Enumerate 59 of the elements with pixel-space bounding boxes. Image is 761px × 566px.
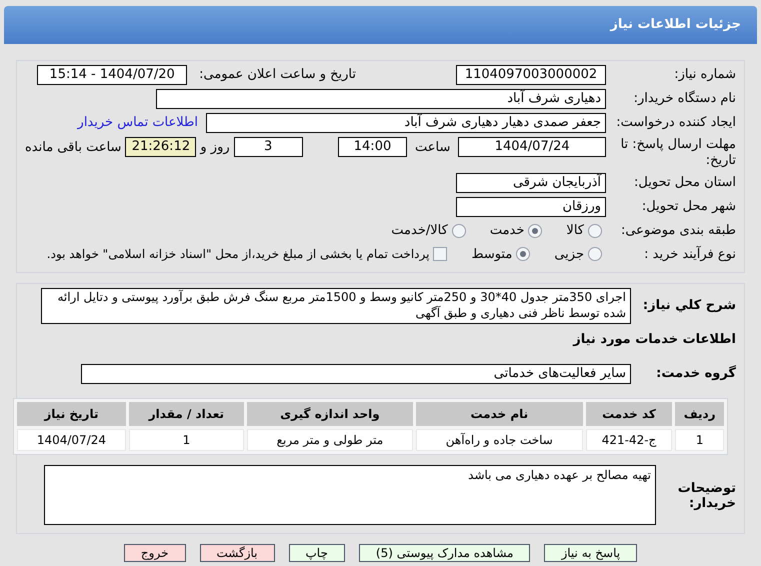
radio-button[interactable] bbox=[452, 224, 466, 238]
column-header: تعداد / مقدار bbox=[128, 402, 244, 426]
action-button[interactable]: خروج bbox=[124, 544, 186, 562]
action-button[interactable]: پاسخ به نیاز bbox=[544, 544, 638, 562]
field-label: ساعت bbox=[415, 139, 450, 157]
field-label: روز و bbox=[200, 139, 230, 157]
page-title: جزئیات اطلاعات نیاز bbox=[610, 16, 741, 34]
radio-button[interactable] bbox=[516, 247, 530, 262]
deadline-date-field: 1404/07/24 bbox=[458, 137, 606, 157]
table-cell: ساخت جاده و راه‌آهن bbox=[416, 428, 583, 450]
buyer-name-field: دهیاری شرف آباد bbox=[156, 89, 606, 109]
field-label: نوع فرآیند خرید : bbox=[643, 244, 736, 264]
radio-button[interactable] bbox=[588, 247, 602, 262]
action-button[interactable]: مشاهده مدارک پیوستی (5) bbox=[358, 544, 530, 562]
deadline-time-field: 14:00 bbox=[338, 137, 407, 157]
announce-date-field: 1404/07/20 - 15:14 bbox=[37, 65, 188, 85]
table-cell: 1 bbox=[675, 428, 724, 450]
payment-note: پرداخت تمام یا بخشی از مبلغ خرید،از محل "اسناد خزانه اسلامی" خواهد بود. bbox=[46, 246, 430, 264]
action-button[interactable]: چاپ bbox=[288, 544, 345, 562]
field-label: شرح کلي نياز: bbox=[642, 297, 736, 315]
table-cell: 1404/07/24 bbox=[17, 428, 126, 450]
notes-field: تهیه مصالح بر عهده دهیاری می باشد bbox=[44, 464, 656, 524]
radio-button[interactable] bbox=[528, 224, 542, 238]
column-header: واحد اندازه گیری bbox=[246, 402, 413, 426]
field-label: نام دستگاه خریدار: bbox=[632, 90, 736, 108]
section-title: اطلاعات خدمات مورد نیاز bbox=[572, 331, 736, 349]
field-label: توضیحات خریدار: bbox=[676, 480, 736, 510]
table-cell: 1 bbox=[128, 428, 244, 450]
field-label: گروه خدمت: bbox=[655, 364, 736, 383]
column-header: نام خدمت bbox=[416, 402, 583, 426]
need-number-field: 1104097003000002 bbox=[456, 65, 606, 85]
radio-button[interactable] bbox=[588, 224, 602, 238]
column-header: کد خدمت bbox=[586, 402, 672, 426]
buyer-contact-link[interactable]: اطلاعات تماس خریدار bbox=[78, 113, 198, 133]
radio-label: جزیی bbox=[554, 246, 584, 264]
field-label: شهر محل تحویل: bbox=[640, 198, 736, 216]
field-label: تاریخ و ساعت اعلان عمومی: bbox=[199, 66, 356, 84]
city-field: ورزقان bbox=[456, 197, 606, 217]
column-header: ردیف bbox=[675, 402, 724, 426]
action-button[interactable]: بازگشت bbox=[200, 544, 274, 562]
checkbox[interactable] bbox=[433, 247, 448, 262]
column-header: تاریخ نیاز bbox=[17, 402, 126, 426]
radio-label: کالا/خدمت bbox=[391, 222, 448, 240]
field-label: استان محل تحویل: bbox=[633, 174, 736, 192]
field-label: ساعت باقی مانده bbox=[25, 139, 122, 157]
remaining-time-field: 21:26:12 bbox=[125, 137, 196, 157]
radio-label: کالا bbox=[566, 222, 584, 240]
service-group-field: سایر فعالیت‌های خدماتی bbox=[81, 364, 631, 384]
province-field: آذربایجان شرقی bbox=[456, 173, 606, 193]
field-label: شماره نیاز: bbox=[673, 66, 736, 84]
days-field: 3 bbox=[234, 137, 303, 157]
radio-label: خدمت bbox=[490, 222, 524, 240]
field-label: مهلت ارسال پاسخ: تا تاریخ: bbox=[620, 137, 736, 169]
requester-field: جعفر صمدی دهیار دهیاری شرف آباد bbox=[206, 113, 606, 133]
field-label: ایجاد کننده درخواست: bbox=[615, 114, 736, 132]
table-cell: متر طولی و متر مربع bbox=[246, 428, 413, 450]
description-field: اجرای 350متر جدول 40*30 و 250متر کانیو وسط و 1500متر مربع سنگ فرش طبق برآورد پیوستی و دتایل ارائه شده توسط ناظر فنی دهیاری و طبق آگهی bbox=[41, 288, 631, 324]
table-cell: ج-42-421 bbox=[586, 428, 672, 450]
radio-label: متوسط bbox=[471, 246, 512, 264]
